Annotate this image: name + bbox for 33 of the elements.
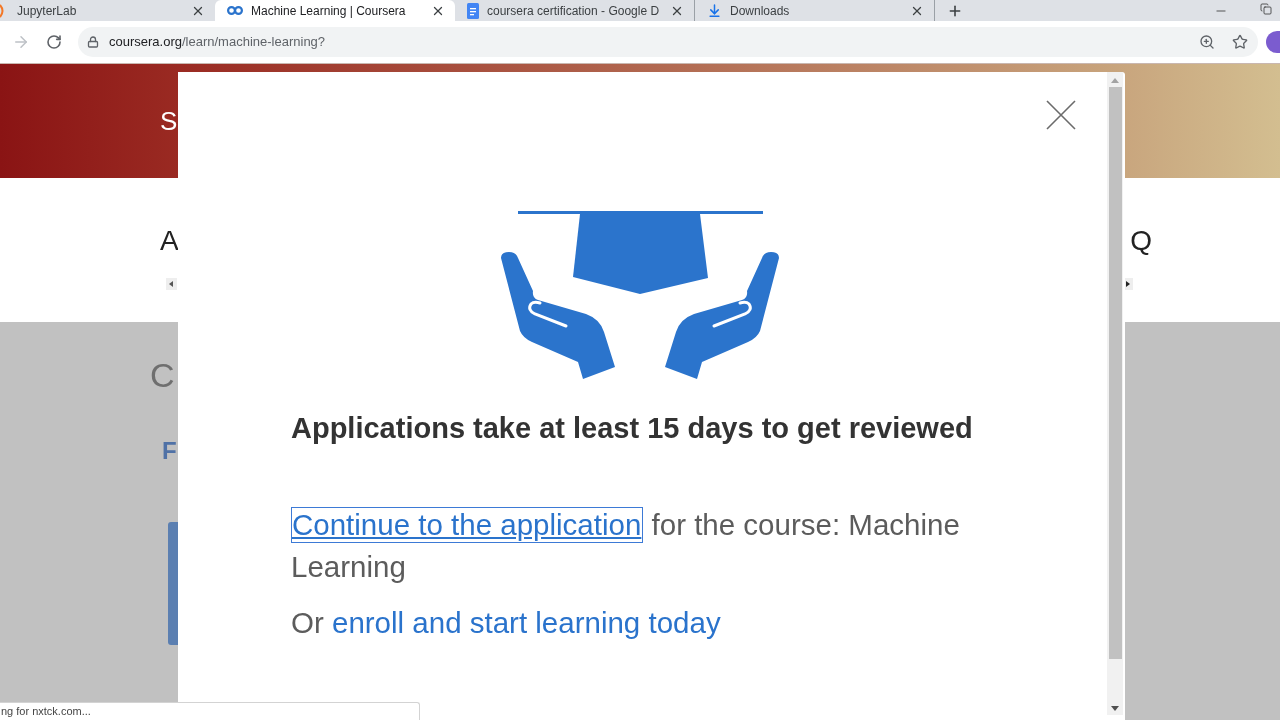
profile-avatar-icon[interactable] [1266, 31, 1280, 53]
bookmark-star-icon[interactable] [1232, 34, 1248, 50]
enroll-link[interactable]: enroll and start learning today [332, 606, 721, 639]
tab-title: Downloads [730, 2, 790, 20]
browser-tab[interactable]: JupyterLab [0, 0, 215, 21]
banner-text: S [160, 108, 178, 134]
header-text: A [160, 227, 179, 255]
document-icon [467, 2, 479, 19]
restore-window-icon[interactable] [1260, 3, 1272, 15]
close-button[interactable] [1046, 100, 1076, 130]
address-bar[interactable]: coursera.org/learn/machine-learning? [78, 27, 1258, 57]
tab-title: coursera certification - Google D [487, 2, 660, 20]
arc-icon [0, 3, 5, 18]
tab-title: Machine Learning | Coursera [251, 2, 406, 20]
continue-application-link[interactable]: Continue to the application [291, 507, 644, 543]
linked-rings-icon [227, 6, 243, 15]
reload-icon[interactable] [46, 34, 62, 50]
dialog-heading: Applications take at least 15 days to get reviewed [291, 411, 973, 446]
zoom-icon[interactable] [1199, 34, 1215, 50]
section-title: C [150, 355, 175, 396]
browser-tab[interactable]: Machine Learning | Coursera [215, 0, 455, 21]
vertical-scrollbar[interactable] [1107, 72, 1123, 715]
header-text: Q [1130, 227, 1152, 255]
close-icon [1046, 100, 1076, 130]
download-icon [707, 3, 722, 18]
url-text: coursera.org/learn/machine-learning? [109, 33, 326, 52]
scrollbar-thumb[interactable] [1108, 87, 1122, 659]
status-text: ng for nxtck.com... [1, 704, 91, 720]
enroll-note: Or enroll and start learning today [291, 605, 721, 641]
application-note: Continue to the application for the course: Machine Learning [291, 506, 961, 585]
tab-title: JupyterLab [17, 2, 77, 20]
scroll-down-icon[interactable] [1111, 706, 1119, 711]
lock-icon [87, 36, 99, 48]
